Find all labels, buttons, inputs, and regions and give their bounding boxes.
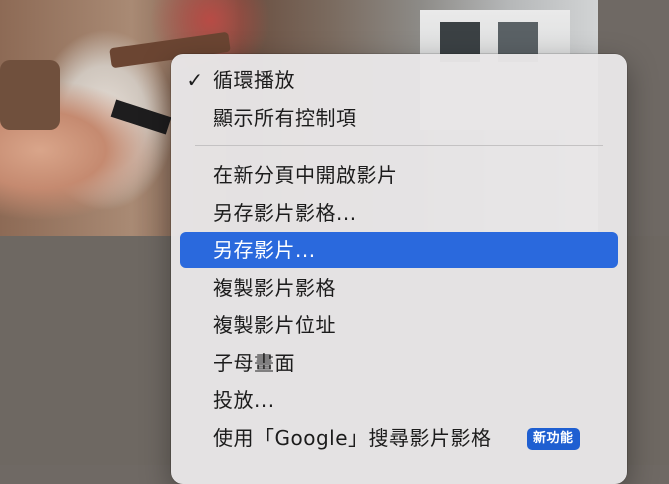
checkmark-icon: ✓ bbox=[186, 68, 204, 92]
menu-item-label: 複製影片位址 bbox=[213, 313, 336, 337]
background-band-shape bbox=[110, 99, 172, 135]
menu-item-copy-video-frame[interactable]: 複製影片影格 bbox=[180, 270, 618, 306]
menu-item-label: 複製影片影格 bbox=[213, 276, 336, 300]
menu-item-save-video[interactable]: 另存影片... bbox=[180, 232, 618, 268]
menu-item-save-video-frame[interactable]: 另存影片影格... bbox=[180, 195, 618, 231]
menu-item-loop[interactable]: ✓ 循環播放 bbox=[180, 62, 618, 98]
menu-item-open-video-new-tab[interactable]: 在新分頁中開啟影片 bbox=[180, 157, 618, 193]
menu-item-show-all-controls[interactable]: 顯示所有控制項 bbox=[180, 100, 618, 136]
menu-item-copy-video-address[interactable]: 複製影片位址 bbox=[180, 307, 618, 343]
menu-item-picture-in-picture[interactable]: 子母畫面 bbox=[180, 345, 618, 381]
menu-item-label: 另存影片影格... bbox=[213, 201, 357, 225]
new-feature-badge: 新功能 bbox=[527, 428, 580, 450]
menu-item-label: 另存影片... bbox=[213, 238, 316, 262]
menu-item-label: 使用「Google」搜尋影片影格 bbox=[213, 426, 492, 450]
menu-item-cast[interactable]: 投放... bbox=[180, 382, 618, 418]
menu-item-label: 循環播放 bbox=[213, 68, 295, 92]
menu-item-label: 投放... bbox=[213, 388, 275, 412]
background-boot-shape bbox=[0, 60, 60, 130]
video-context-menu: ✓ 循環播放 顯示所有控制項 在新分頁中開啟影片 另存影片影格... 另存影片.… bbox=[171, 54, 627, 484]
menu-item-search-google-frame[interactable]: 使用「Google」搜尋影片影格 新功能 bbox=[180, 420, 618, 456]
menu-item-label: 在新分頁中開啟影片 bbox=[213, 163, 398, 187]
menu-item-label: 子母畫面 bbox=[213, 351, 295, 375]
menu-separator bbox=[195, 145, 603, 146]
menu-item-label: 顯示所有控制項 bbox=[213, 106, 357, 130]
